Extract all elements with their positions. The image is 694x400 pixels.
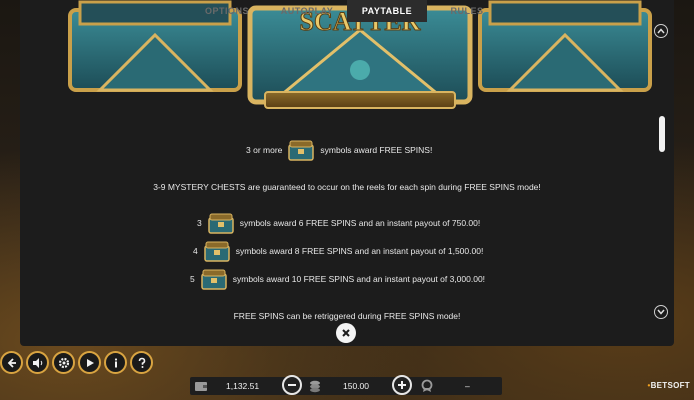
- info-button[interactable]: [104, 351, 127, 374]
- win-medal-icon: [421, 379, 433, 392]
- bet-value: 150.00: [343, 381, 369, 391]
- payout-count: 3: [197, 218, 202, 228]
- payout-count: 4: [193, 246, 198, 256]
- coins-icon: [310, 380, 320, 393]
- wallet-icon: [195, 382, 207, 391]
- scroll-up-button[interactable]: [654, 24, 668, 38]
- sound-button[interactable]: [26, 351, 49, 374]
- paytable-panel: SCATTER OPTIONS AUTOPLAY PAYTABLE RULES …: [20, 0, 674, 346]
- chest-symbol-icon: [203, 241, 230, 262]
- tab-autoplay[interactable]: AUTOPLAY: [267, 0, 347, 22]
- balance-value: 1,132.51: [226, 381, 260, 391]
- chest-symbol-icon: [207, 213, 234, 234]
- scrollbar-thumb[interactable]: [659, 116, 665, 152]
- payout-text: symbols award 6 FREE SPINS and an instan…: [239, 218, 481, 228]
- retrigger-note: FREE SPINS can be retriggered during FRE…: [233, 311, 461, 321]
- chest-symbol-icon: [200, 269, 227, 290]
- decrease-bet-button[interactable]: [282, 375, 302, 395]
- paytable-scatter-intro: 3 or more symbols award FREE SPINS!: [246, 139, 432, 161]
- chevron-up-icon: [657, 28, 665, 34]
- payout-text: symbols award 10 FREE SPINS and an insta…: [232, 274, 486, 284]
- settings-icon: [58, 357, 69, 368]
- close-paytable-button[interactable]: [336, 323, 356, 343]
- logo-text: BETSOFT: [650, 381, 690, 390]
- tab-paytable[interactable]: PAYTABLE: [347, 0, 427, 22]
- plus-icon: [398, 381, 406, 389]
- back-button[interactable]: [0, 351, 23, 374]
- tab-bar: OPTIONS AUTOPLAY PAYTABLE RULES: [20, 0, 674, 22]
- help-button[interactable]: [130, 351, 153, 374]
- turbo-icon: [86, 358, 94, 367]
- bottom-status-bar: 1,132.51 150.00 –: [190, 375, 502, 395]
- chest-symbol-icon: [288, 140, 315, 161]
- mystery-chest-note: 3-9 MYSTERY CHESTS are guaranteed to occ…: [153, 182, 541, 192]
- win-value: –: [465, 381, 470, 391]
- increase-bet-button[interactable]: [392, 375, 412, 395]
- tab-options[interactable]: OPTIONS: [187, 0, 267, 22]
- intro-suffix: symbols award FREE SPINS!: [320, 145, 433, 155]
- sound-icon: [32, 357, 42, 368]
- payout-row-4: 4 symbols award 8 FREE SPINS and an inst…: [193, 240, 483, 262]
- intro-prefix: 3 or more: [246, 145, 283, 155]
- tab-rules[interactable]: RULES: [427, 0, 507, 22]
- info-icon: [114, 357, 117, 367]
- game-controls: [0, 351, 153, 374]
- betsoft-logo: •BETSOFT: [647, 381, 690, 390]
- close-icon: [342, 329, 350, 337]
- payout-text: symbols award 8 FREE SPINS and an instan…: [235, 246, 484, 256]
- settings-button[interactable]: [52, 351, 75, 374]
- payout-row-5: 5 symbols award 10 FREE SPINS and an ins…: [190, 268, 485, 290]
- turbo-button[interactable]: [78, 351, 101, 374]
- payout-row-3: 3 symbols award 6 FREE SPINS and an inst…: [197, 212, 480, 234]
- minus-icon: [288, 384, 296, 386]
- help-icon: [138, 357, 145, 368]
- payout-count: 5: [190, 274, 195, 284]
- back-icon: [7, 357, 16, 368]
